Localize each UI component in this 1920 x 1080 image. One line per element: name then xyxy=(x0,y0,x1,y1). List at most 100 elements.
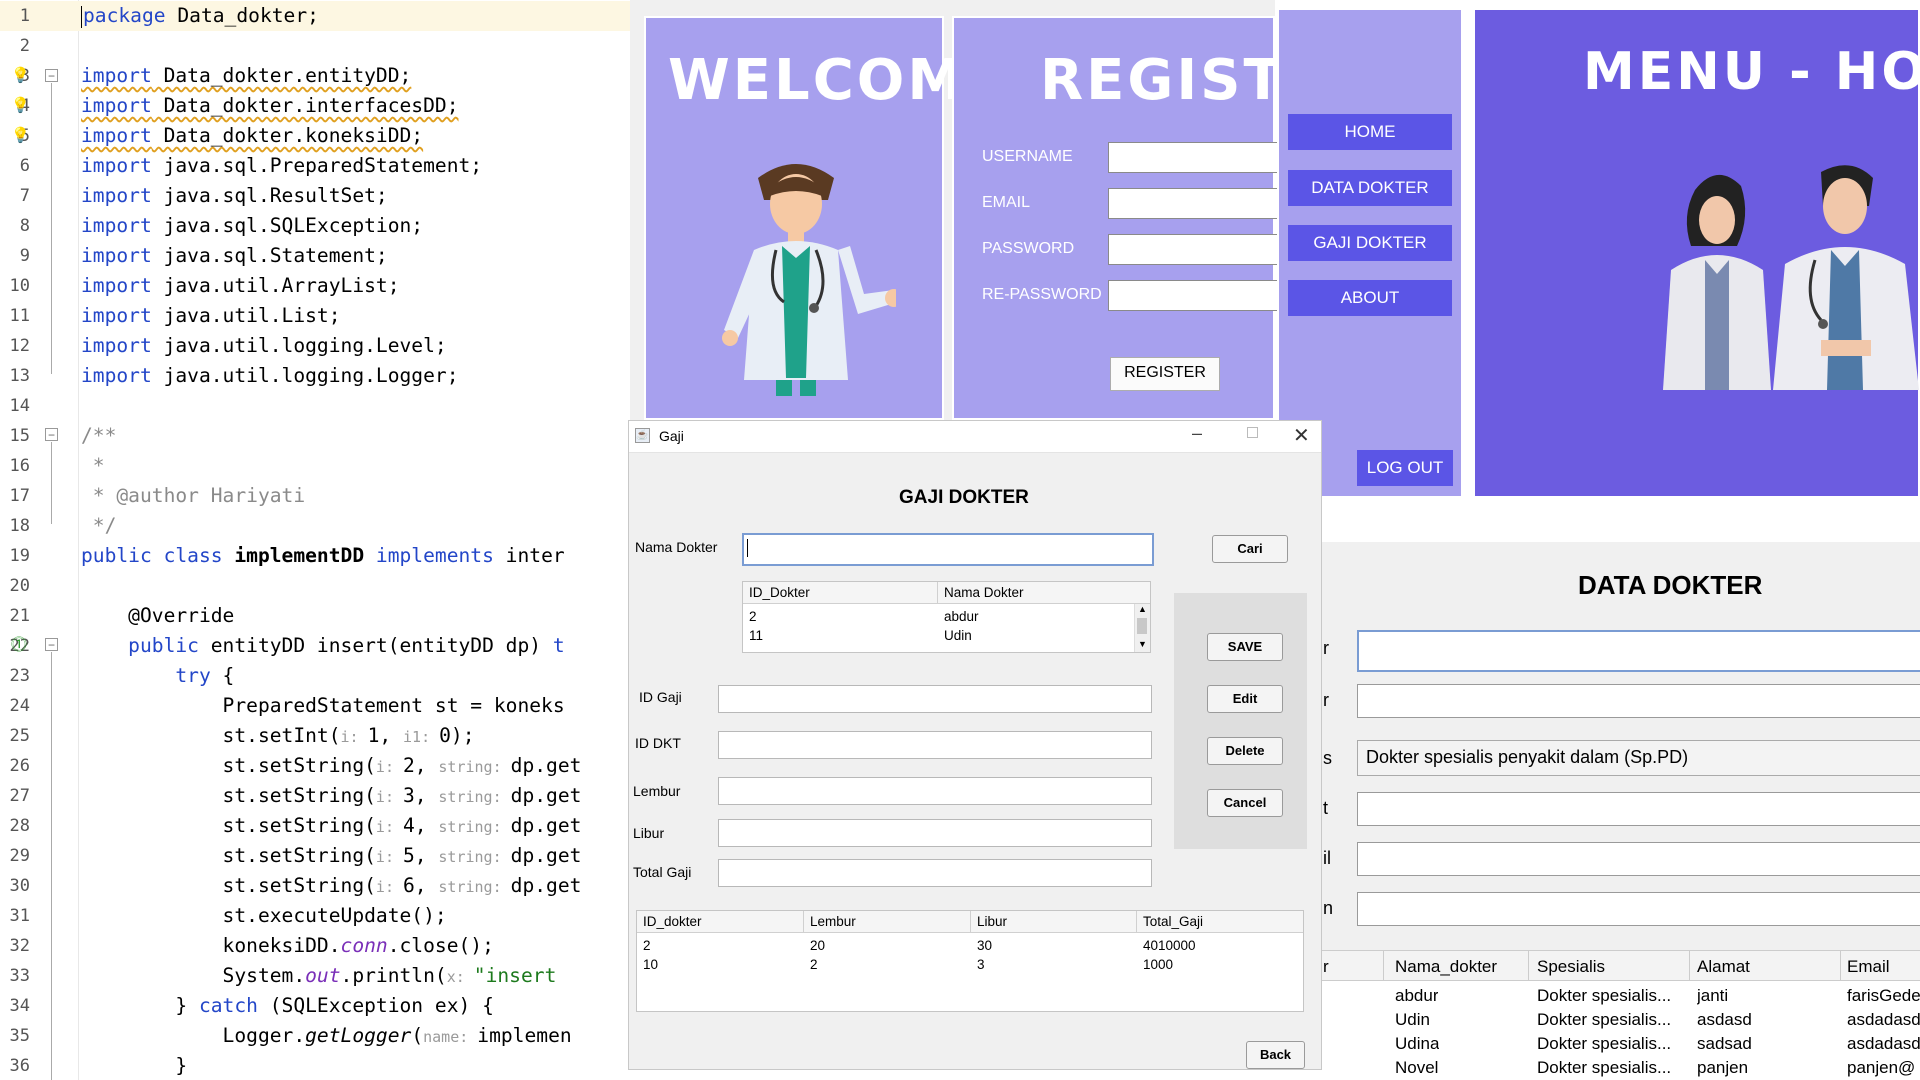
code-line[interactable]: 24 PreparedStatement st = koneks xyxy=(0,691,630,721)
table-cell[interactable]: 2 xyxy=(810,957,818,972)
column-header[interactable]: Lembur xyxy=(810,914,856,929)
edit-button[interactable]: Edit xyxy=(1207,685,1283,713)
code-line[interactable]: 14 xyxy=(0,391,630,421)
table-cell[interactable]: panjen@ xyxy=(1847,1058,1920,1078)
column-header[interactable]: Alamat xyxy=(1697,957,1750,977)
repassword-field[interactable] xyxy=(1108,280,1279,311)
code-line[interactable]: 18 */ xyxy=(0,511,630,541)
table-cell[interactable]: 4010000 xyxy=(1143,938,1196,953)
email-field[interactable] xyxy=(1108,188,1279,219)
delete-button[interactable]: Delete xyxy=(1207,737,1283,765)
code-line[interactable]: 30 st.setString(i: 6, string: dp.get xyxy=(0,871,630,901)
code-line[interactable]: 20 xyxy=(0,571,630,601)
logout-button[interactable]: LOG OUT xyxy=(1357,450,1453,486)
table-cell[interactable]: 30 xyxy=(977,938,992,953)
spesialis-select[interactable]: Dokter spesialis penyakit dalam (Sp.PD) xyxy=(1357,740,1920,776)
code-line[interactable]: 23 try { xyxy=(0,661,630,691)
code-line[interactable]: 16 * xyxy=(0,451,630,481)
menu-home-button[interactable]: HOME xyxy=(1288,114,1452,150)
username-field[interactable] xyxy=(1108,142,1279,173)
code-line[interactable]: 8 import java.sql.SQLException; xyxy=(0,211,630,241)
register-button[interactable]: REGISTER xyxy=(1110,357,1220,391)
table-cell[interactable]: 10 xyxy=(643,957,658,972)
table-cell[interactable]: Dokter spesialis... xyxy=(1537,986,1687,1006)
data-field[interactable] xyxy=(1357,684,1920,718)
menu-about-button[interactable]: ABOUT xyxy=(1288,280,1452,316)
scroll-thumb[interactable] xyxy=(1137,618,1147,634)
fold-toggle-icon[interactable]: − xyxy=(45,69,58,82)
table-cell[interactable]: asdadasd xyxy=(1847,1034,1920,1054)
gaji-titlebar[interactable]: ☕ Gaji – ✕ xyxy=(629,421,1321,453)
code-line[interactable]: 9 import java.sql.Statement; xyxy=(0,241,630,271)
fold-toggle-icon[interactable]: − xyxy=(45,638,58,651)
fold-toggle-icon[interactable]: − xyxy=(45,428,58,441)
doctor-table[interactable]: ID_Dokter Nama Dokter 2 abdur 11 Udin ▲ … xyxy=(742,581,1151,653)
code-line[interactable]: 13 import java.util.logging.Logger; xyxy=(0,361,630,391)
table-cell[interactable]: Udin xyxy=(1395,1010,1430,1030)
table-cell[interactable]: abdur xyxy=(1395,986,1438,1006)
table-cell[interactable]: 2 xyxy=(749,609,757,624)
vertical-scrollbar[interactable]: ▲ ▼ xyxy=(1134,604,1150,652)
table-cell[interactable]: asdasd xyxy=(1697,1010,1752,1030)
data-field[interactable] xyxy=(1357,892,1920,926)
table-cell[interactable]: 11 xyxy=(749,628,763,643)
libur-input[interactable] xyxy=(718,819,1152,847)
table-cell[interactable]: janti xyxy=(1697,986,1728,1006)
id-gaji-input[interactable] xyxy=(718,685,1152,713)
cancel-button[interactable]: Cancel xyxy=(1207,789,1283,817)
column-header[interactable]: ID_Dokter xyxy=(749,585,810,600)
column-header[interactable]: Nama_dokter xyxy=(1395,957,1497,977)
table-cell[interactable]: 20 xyxy=(810,938,825,953)
table-cell[interactable]: sadsad xyxy=(1697,1034,1752,1054)
code-line[interactable]: 12 import java.util.logging.Level; xyxy=(0,331,630,361)
menu-data-dokter-button[interactable]: DATA DOKTER xyxy=(1288,170,1452,206)
scroll-up-icon[interactable]: ▲ xyxy=(1138,604,1147,614)
code-line[interactable]: 7 import java.sql.ResultSet; xyxy=(0,181,630,211)
warning-bulb-icon[interactable]: 💡 xyxy=(11,68,30,84)
table-cell[interactable]: panjen xyxy=(1697,1058,1748,1078)
code-line[interactable]: 2 xyxy=(0,31,630,61)
total-gaji-input[interactable] xyxy=(718,859,1152,887)
lembur-input[interactable] xyxy=(718,777,1152,805)
id-dkt-input[interactable] xyxy=(718,731,1152,759)
code-line[interactable]: 22 public entityDD insert(entityDD dp) t xyxy=(0,631,630,661)
warning-bulb-icon[interactable]: 💡 xyxy=(11,98,30,114)
code-line[interactable]: 25 st.setInt(i: 1, i1: 0); xyxy=(0,721,630,751)
code-line[interactable]: 3 import Data_dokter.entityDD; xyxy=(0,61,630,91)
dokter-table[interactable]: r Nama_dokter Spesialis Alamat Email abd… xyxy=(1315,950,1920,1080)
scroll-down-icon[interactable]: ▼ xyxy=(1138,639,1147,649)
code-line[interactable]: 11 import java.util.List; xyxy=(0,301,630,331)
code-line[interactable]: 17 * @author Hariyati xyxy=(0,481,630,511)
code-line[interactable]: 35 Logger.getLogger(name: implemen xyxy=(0,1021,630,1051)
maximize-icon[interactable] xyxy=(1247,427,1258,438)
table-cell[interactable]: Dokter spesialis... xyxy=(1537,1058,1687,1078)
code-line[interactable]: 27 st.setString(i: 3, string: dp.get xyxy=(0,781,630,811)
close-icon[interactable]: ✕ xyxy=(1293,423,1310,448)
password-field[interactable] xyxy=(1108,234,1279,265)
code-line[interactable]: 21 @Override xyxy=(0,601,630,631)
code-line[interactable]: 32 koneksiDD.conn.close(); xyxy=(0,931,630,961)
save-button[interactable]: SAVE xyxy=(1207,633,1283,661)
column-header[interactable]: r xyxy=(1323,957,1329,977)
code-line[interactable]: 6 import java.sql.PreparedStatement; xyxy=(0,151,630,181)
nama-dokter-field[interactable] xyxy=(1357,630,1920,672)
table-cell[interactable]: Novel xyxy=(1395,1058,1438,1078)
override-marker-icon[interactable]: ⓵ xyxy=(11,638,27,654)
table-cell[interactable]: Udina xyxy=(1395,1034,1439,1054)
column-header[interactable]: Total_Gaji xyxy=(1143,914,1203,929)
data-field[interactable] xyxy=(1357,842,1920,876)
minimize-icon[interactable]: – xyxy=(1192,423,1202,444)
code-line[interactable]: 4 import Data_dokter.interfacesDD; xyxy=(0,91,630,121)
code-line[interactable]: 19 public class implementDD implements in… xyxy=(0,541,630,571)
table-cell[interactable]: asdadasd xyxy=(1847,1010,1920,1030)
code-line[interactable]: 33 System.out.println(x: "insert xyxy=(0,961,630,991)
code-line[interactable]: 5 import Data_dokter.koneksiDD; xyxy=(0,121,630,151)
table-cell[interactable]: 1000 xyxy=(1143,957,1173,972)
column-header[interactable]: Email xyxy=(1847,957,1890,977)
menu-gaji-dokter-button[interactable]: GAJI DOKTER xyxy=(1288,225,1452,261)
warning-bulb-icon[interactable]: 💡 xyxy=(11,128,30,144)
cari-button[interactable]: Cari xyxy=(1212,535,1288,563)
data-field[interactable] xyxy=(1357,792,1920,826)
code-line[interactable]: 36 } xyxy=(0,1051,630,1080)
salary-table[interactable]: ID_dokter Lembur Libur Total_Gaji 2 20 3… xyxy=(636,910,1304,1012)
